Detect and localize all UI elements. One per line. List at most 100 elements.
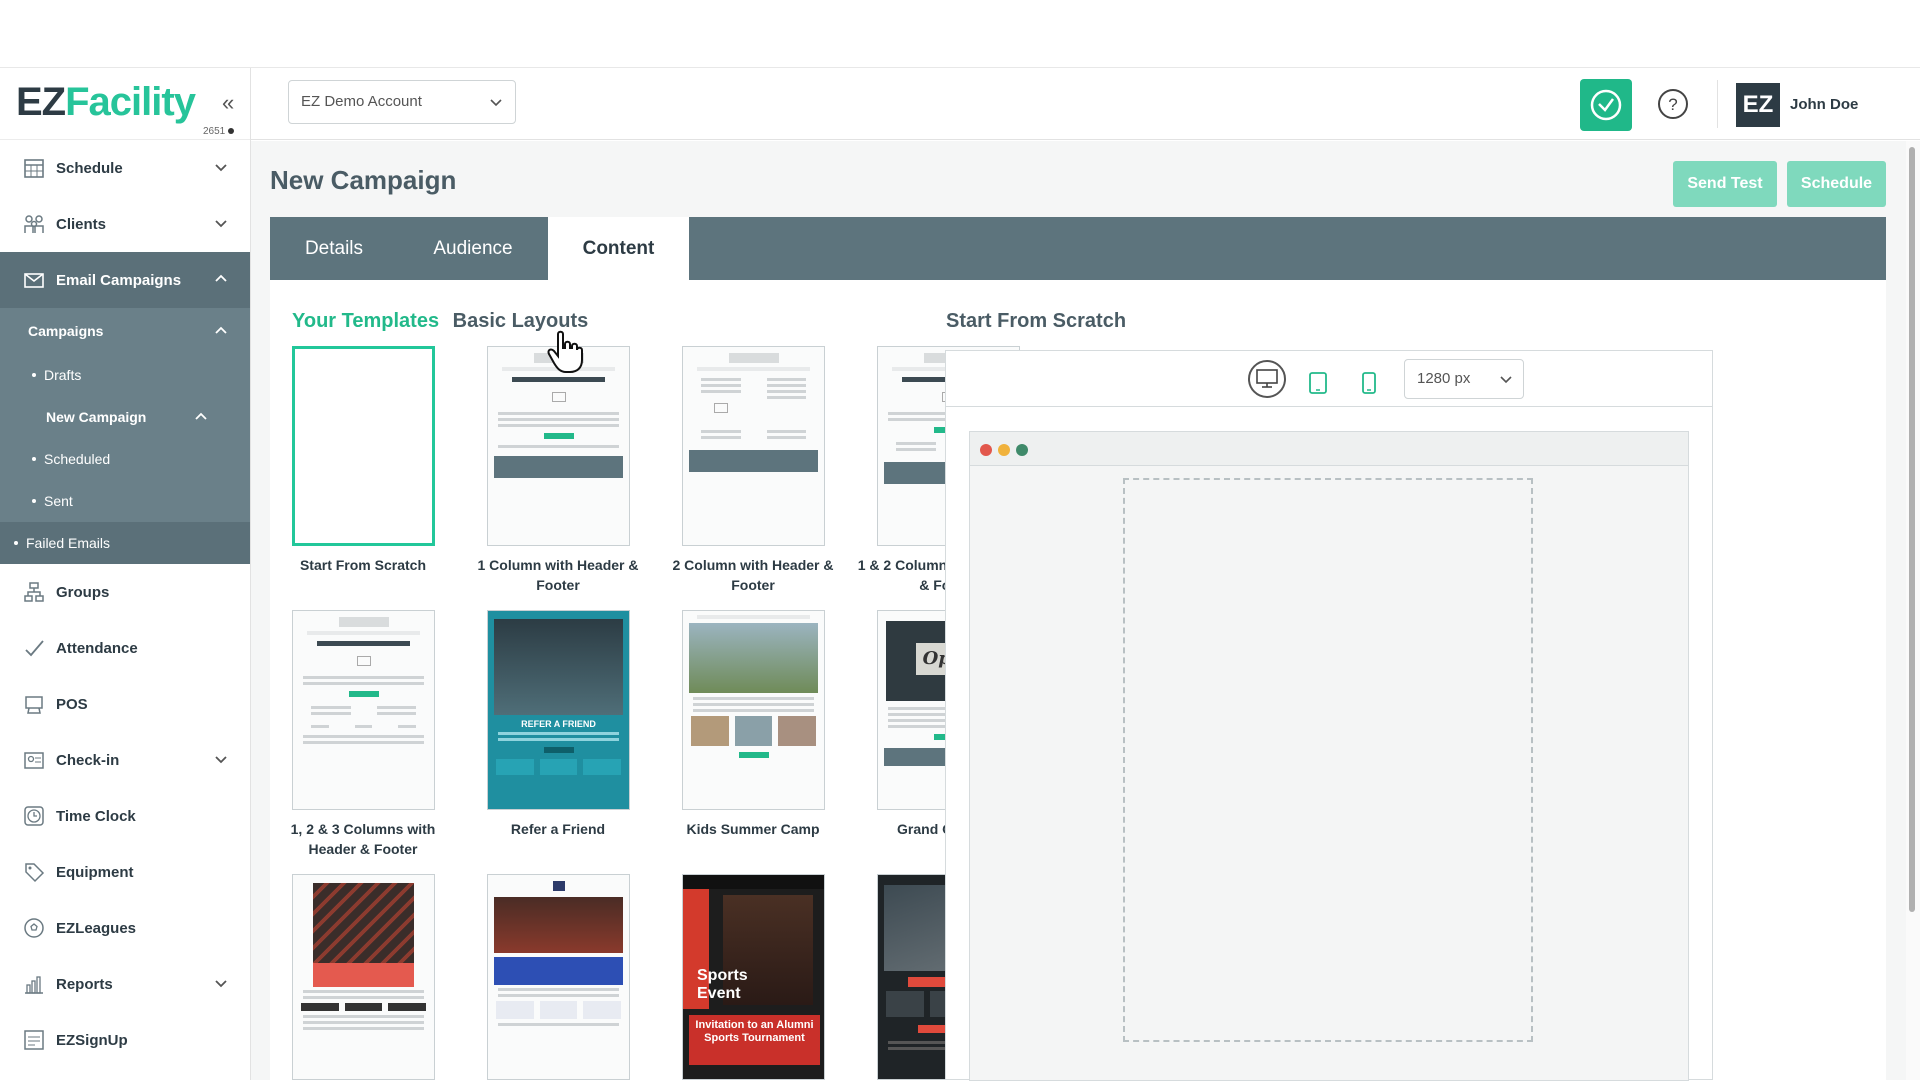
sidebar-item-label: Email Campaigns — [56, 271, 182, 289]
tab-basic-layouts[interactable]: Basic Layouts — [453, 310, 589, 332]
template-label: 2 Column with Header & Footer — [672, 557, 834, 593]
sidebar-item-label: Groups — [56, 583, 110, 601]
scrollbar-thumb[interactable] — [1909, 147, 1915, 912]
app-header: EZ Demo Account ? EZ John Doe — [251, 68, 1920, 140]
template-thumbnail[interactable] — [292, 874, 435, 1080]
content-panel: Your Templates Basic Layouts Start From … — [270, 280, 1886, 1081]
help-button[interactable]: ? — [1657, 88, 1689, 120]
sidebar-item-label: Reports — [56, 975, 113, 993]
browser-frame — [969, 431, 1689, 1081]
preview-toolbar: 1280 px — [946, 351, 1712, 407]
page-scrollbar[interactable] — [1906, 141, 1920, 1080]
sidebar-item-label: Attendance — [56, 639, 138, 657]
tag-icon — [22, 860, 46, 884]
sidebar-item-reports[interactable]: Reports — [0, 956, 250, 1012]
close-dot-icon — [980, 444, 992, 456]
chevron-up-icon — [215, 326, 227, 334]
sidebar-item-email-campaigns[interactable]: Email Campaigns — [0, 252, 250, 308]
sidebar-item-ezleagues[interactable]: EZLeagues — [0, 900, 250, 956]
template-kids-summer-camp[interactable] — [682, 610, 825, 810]
user-name[interactable]: John Doe — [1790, 96, 1858, 113]
desktop-view-button[interactable] — [1248, 360, 1286, 398]
monitor-icon — [1256, 369, 1278, 388]
sidebar-item-equipment[interactable]: Equipment — [0, 844, 250, 900]
email-dropzone[interactable] — [1123, 478, 1533, 1042]
tab-content[interactable]: Content — [548, 217, 689, 280]
template-1-2-3-columns[interactable] — [292, 610, 435, 810]
logo-area: EZFacility « 2651 — [0, 68, 250, 140]
people-icon — [22, 212, 46, 236]
sidebar-item-label: Clients — [56, 215, 107, 233]
sidebar-item-groups[interactable]: Groups — [0, 564, 250, 620]
chevron-down-icon — [215, 980, 227, 988]
sidebar-item-label: EZLeagues — [56, 919, 137, 937]
preview-title: Start From Scratch — [946, 310, 1127, 332]
preview-width-select[interactable]: 1280 px — [1404, 359, 1524, 399]
tab-your-templates[interactable]: Your Templates — [292, 310, 439, 332]
main-content: New Campaign Send Test Schedule Details … — [251, 141, 1906, 1081]
id-card-icon — [22, 748, 46, 772]
tablet-view-button[interactable] — [1298, 363, 1338, 403]
campaigns-subpanel: Campaigns Drafts New Campaign Scheduled … — [0, 308, 250, 522]
header-divider — [1717, 80, 1718, 128]
schedule-button[interactable]: Schedule — [1787, 161, 1886, 207]
sidebar-item-label: Schedule — [56, 159, 123, 177]
sidebar-item-schedule[interactable]: Schedule — [0, 140, 250, 196]
question-circle-icon: ? — [1658, 89, 1688, 119]
sidebar-item-label: EZSignUp — [56, 1031, 128, 1049]
tasks-check-button[interactable] — [1580, 79, 1632, 131]
campaign-tabs: Details Audience Content — [270, 217, 1886, 280]
sidebar-item-clients[interactable]: Clients — [0, 196, 250, 252]
sidebar-subitem-drafts[interactable]: Drafts — [0, 354, 250, 396]
template-label: Start From Scratch — [299, 557, 427, 573]
template-thumbnail[interactable] — [487, 874, 630, 1080]
sidebar-item-attendance[interactable]: Attendance — [0, 620, 250, 676]
avatar[interactable]: EZ — [1736, 83, 1780, 127]
chevron-down-icon — [490, 99, 502, 107]
page-title: New Campaign — [270, 165, 457, 195]
sidebar-item-label: Check-in — [56, 751, 120, 769]
template-start-from-scratch[interactable] — [292, 346, 435, 546]
chevron-up-icon — [215, 274, 227, 282]
mobile-view-button[interactable] — [1349, 363, 1389, 403]
sidebar-item-time-clock[interactable]: Time Clock — [0, 788, 250, 844]
template-sports-event[interactable]: Sports Event Invitation to an Alumni Spo… — [682, 874, 825, 1080]
template-2-column[interactable] — [682, 346, 825, 546]
chevron-up-icon — [195, 412, 207, 420]
template-refer-a-friend[interactable]: REFER A FRIEND — [487, 610, 630, 810]
collapse-sidebar-icon[interactable]: « — [222, 90, 234, 116]
tab-audience[interactable]: Audience — [398, 217, 548, 280]
sidebar-subitem-scheduled[interactable]: Scheduled — [0, 438, 250, 480]
signup-form-icon — [22, 1028, 46, 1052]
send-test-button[interactable]: Send Test — [1673, 161, 1777, 207]
hand-cursor-icon — [546, 330, 586, 384]
account-select[interactable]: EZ Demo Account — [288, 80, 516, 124]
window-top-strip — [0, 0, 1920, 68]
register-icon — [22, 692, 46, 716]
tab-details[interactable]: Details — [270, 217, 398, 280]
check-circle-icon — [1590, 89, 1622, 121]
chevron-down-icon — [215, 220, 227, 228]
checkmark-pen-icon — [22, 636, 46, 660]
sidebar-item-label: Time Clock — [56, 807, 136, 825]
sidebar-subitem-sent[interactable]: Sent — [0, 480, 250, 522]
template-label: 1, 2 & 3 Columns with Header & Footer — [290, 821, 436, 857]
tablet-icon — [1309, 372, 1327, 394]
preview-panel: 1280 px — [945, 350, 1713, 1081]
soccer-ball-icon — [22, 916, 46, 940]
calendar-icon — [22, 156, 46, 180]
template-label: Refer a Friend — [510, 821, 606, 837]
template-tabs: Your Templates Basic Layouts — [292, 310, 588, 333]
sidebar-subitem-failed-emails[interactable]: Failed Emails — [0, 522, 250, 564]
svg-text:?: ? — [1668, 95, 1677, 114]
sidebar-item-check-in[interactable]: Check-in — [0, 732, 250, 788]
sidebar-item-label: POS — [56, 695, 88, 713]
ezfacility-logo[interactable]: EZFacility — [16, 80, 196, 125]
sidebar-item-ezsignup[interactable]: EZSignUp — [0, 1012, 250, 1068]
bar-chart-icon — [22, 972, 46, 996]
minimize-dot-icon — [998, 444, 1010, 456]
campaigns-header[interactable]: Campaigns — [0, 308, 250, 354]
sidebar-item-pos[interactable]: POS — [0, 676, 250, 732]
sidebar-subitem-new-campaign[interactable]: New Campaign — [0, 396, 250, 438]
email-campaigns-section: Email Campaigns Campaigns Drafts New Cam… — [0, 252, 250, 564]
